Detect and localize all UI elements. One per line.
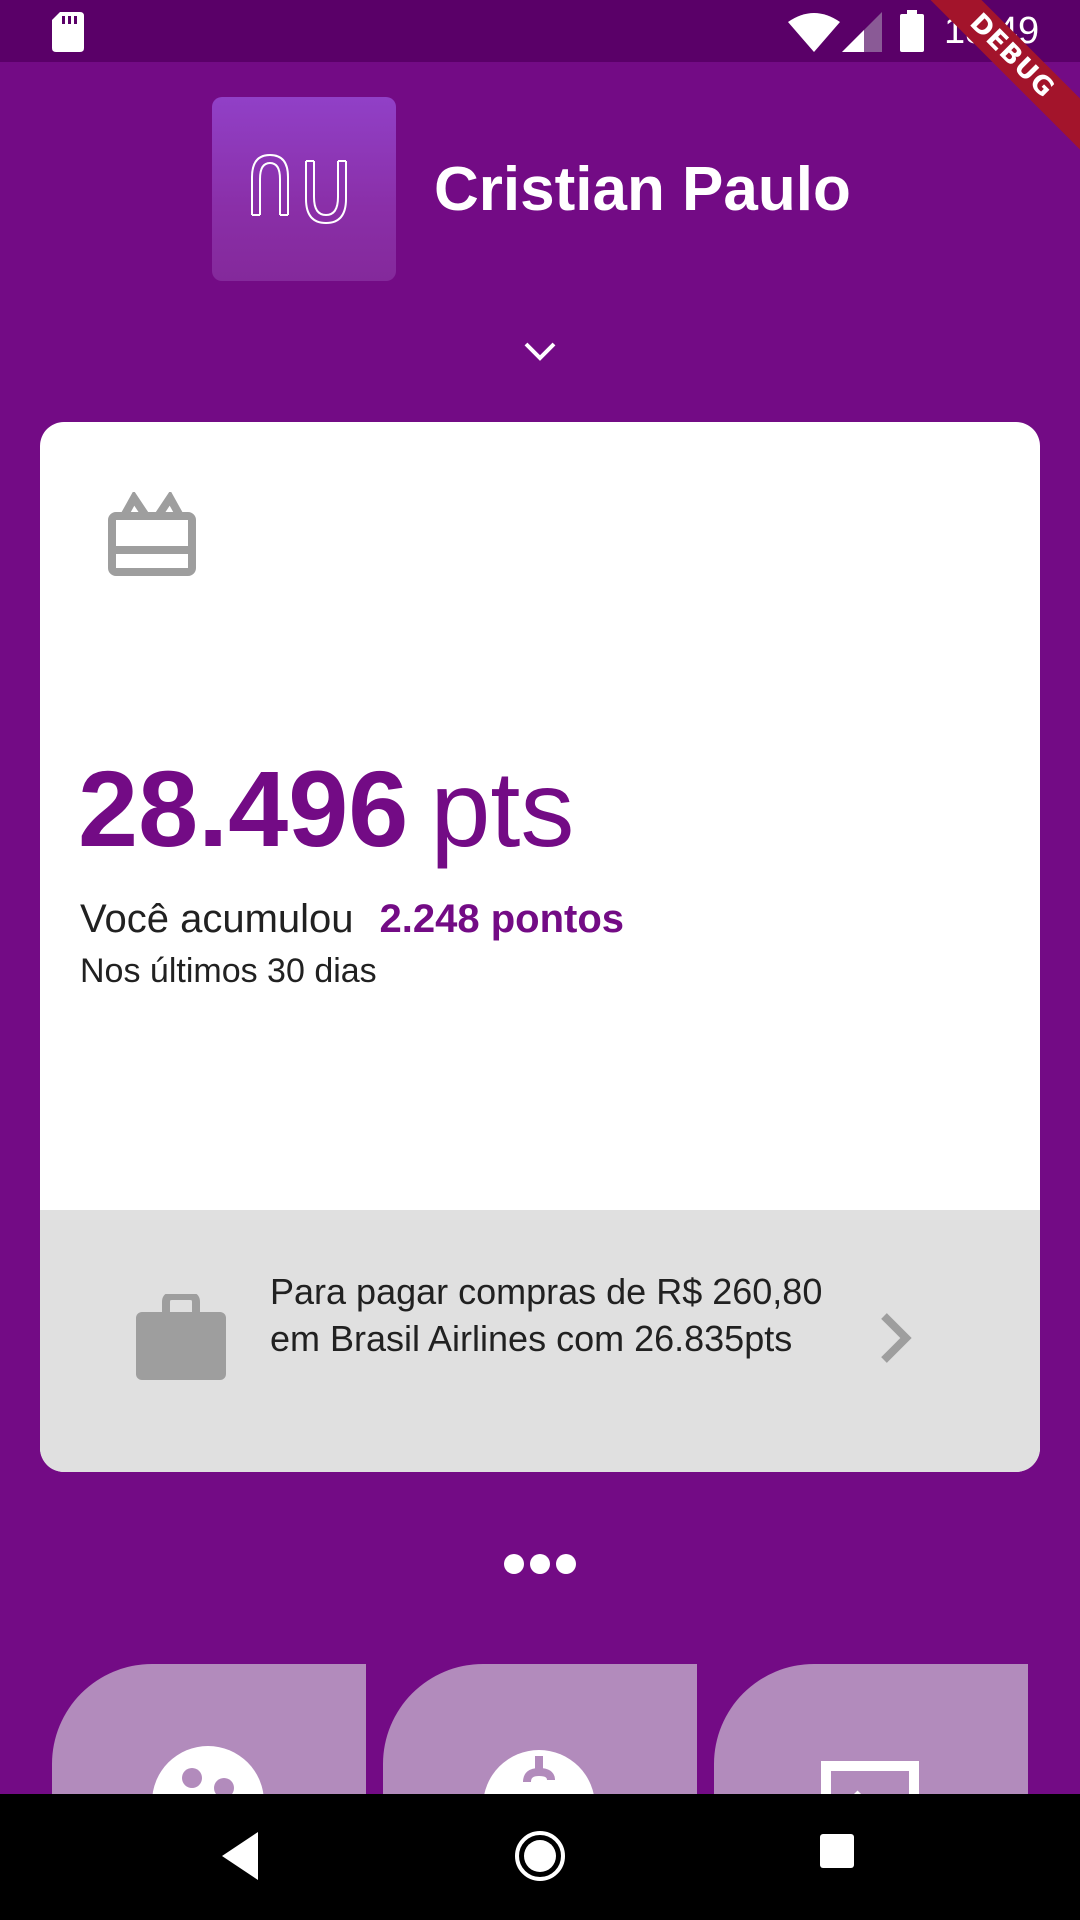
redeem-text: Para pagar compras de R$ 260,80 em Brasi… — [270, 1271, 823, 1359]
nu-logo-icon — [251, 153, 347, 225]
user-name: Cristian Paulo — [434, 155, 851, 224]
accumulated-value: 2.248 pontos — [379, 897, 625, 941]
chevron-right-icon[interactable] — [876, 1310, 916, 1366]
recent-apps-icon[interactable] — [820, 1834, 854, 1868]
back-icon[interactable] — [222, 1832, 258, 1880]
pager-dots — [504, 1554, 576, 1574]
debug-label: DEBUG — [920, 0, 1080, 154]
pager-dot[interactable] — [504, 1554, 524, 1574]
signal-icon — [842, 12, 882, 52]
accumulated-line: Você acumulou 2.248 pontos — [80, 894, 624, 944]
gift-card-icon — [108, 492, 196, 576]
pager-dot[interactable] — [556, 1554, 576, 1574]
debug-banner: DEBUG — [920, 0, 1080, 160]
wifi-icon — [788, 13, 840, 52]
pager-dot[interactable] — [530, 1554, 550, 1574]
points-unit: pts — [430, 748, 575, 869]
points-total: 28.496 pts — [78, 744, 574, 874]
sd-card-icon — [52, 12, 84, 52]
chevron-down-icon[interactable] — [522, 334, 558, 370]
points-value: 28.496 — [78, 748, 409, 869]
status-bar: 18:49 — [0, 0, 1080, 62]
period-text: Nos últimos 30 dias — [80, 952, 377, 990]
nu-logo[interactable] — [212, 97, 396, 281]
accumulated-label: Você acumulou — [80, 897, 354, 941]
briefcase-icon — [136, 1294, 226, 1380]
navigation-bar — [0, 1794, 1080, 1920]
home-icon[interactable] — [514, 1830, 566, 1882]
rewards-card[interactable]: 28.496 pts Você acumulou 2.248 pontos Nos … — [40, 422, 1040, 1472]
redeem-suggestion[interactable]: Para pagar compras de R$ 260,80 em Brasi… — [40, 1210, 1040, 1472]
